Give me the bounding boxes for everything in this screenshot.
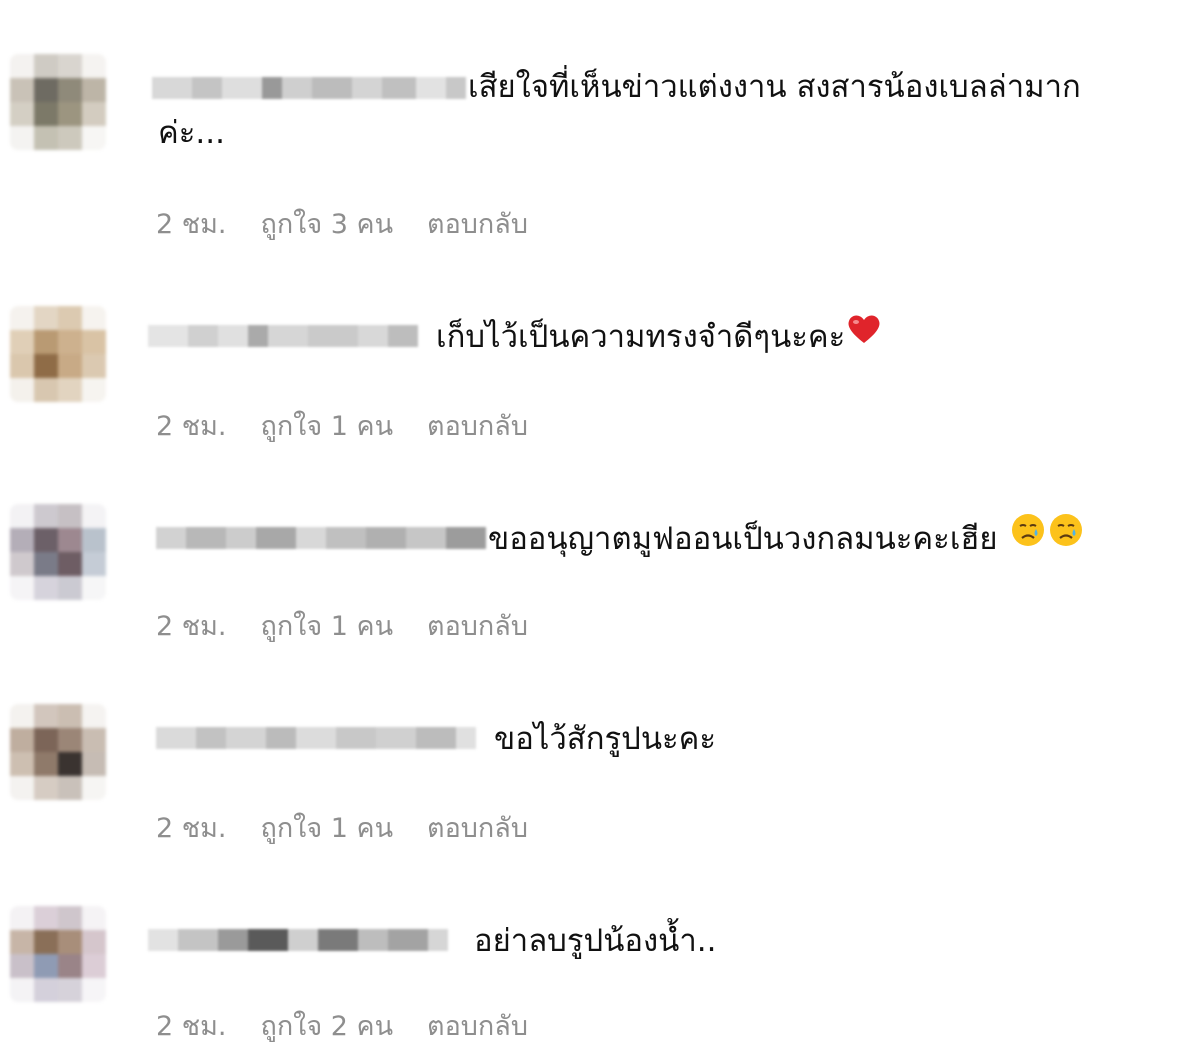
reply-button[interactable]: ตอบกลับ <box>427 604 528 647</box>
reply-button[interactable]: ตอบกลับ <box>427 202 528 245</box>
like-count[interactable]: ถูกใจ 2 คน <box>260 1004 393 1047</box>
comment-item: อย่าลบรูปน้องน้ำ.. 2 ชม. ถูกใจ 2 คน ตอบก… <box>0 890 1200 1042</box>
comment-time: 2 ชม. <box>156 1011 227 1042</box>
comment-time: 2 ชม. <box>156 611 227 642</box>
comment-text: ขออนุญาตมูฟออนเป็นวงกลมนะคะเฮีย <box>488 514 1084 565</box>
avatar[interactable] <box>10 504 106 600</box>
username-blurred[interactable] <box>148 314 418 358</box>
like-count[interactable]: ถูกใจ 3 คน <box>260 202 393 245</box>
like-count[interactable]: ถูกใจ 1 คน <box>260 806 393 849</box>
comment-meta: 2 ชม. ถูกใจ 2 คน ตอบกลับ <box>156 1004 528 1047</box>
comment-item: เสียใจที่เห็นข่าวแต่งงาน สงสารน้องเบลล่า… <box>0 0 1200 240</box>
crying-face-icon <box>1048 514 1084 565</box>
username-blurred[interactable] <box>148 918 448 962</box>
avatar[interactable] <box>10 704 106 800</box>
crying-face-icon <box>1010 514 1046 565</box>
comment-text: เสียใจที่เห็นข่าวแต่งงาน สงสารน้องเบลล่า… <box>158 69 1081 151</box>
comment-time: 2 ชม. <box>156 813 227 844</box>
comment-text: ขอไว้สักรูปนะคะ <box>494 721 717 757</box>
reply-button[interactable]: ตอบกลับ <box>427 1004 528 1047</box>
avatar[interactable] <box>10 906 106 1002</box>
comment-time: 2 ชม. <box>156 209 227 240</box>
comment-item: ขออนุญาตมูฟออนเป็นวงกลมนะคะเฮีย 2 ชม. ถู… <box>0 490 1200 670</box>
username-blurred[interactable] <box>156 516 486 560</box>
like-count[interactable]: ถูกใจ 1 คน <box>260 404 393 447</box>
comment-meta: 2 ชม. ถูกใจ 1 คน ตอบกลับ <box>156 604 528 647</box>
reply-button[interactable]: ตอบกลับ <box>427 806 528 849</box>
comment-text: อย่าลบรูปน้องน้ำ.. <box>474 923 717 959</box>
reply-button[interactable]: ตอบกลับ <box>427 404 528 447</box>
red-heart-icon <box>847 315 881 362</box>
avatar[interactable] <box>10 54 106 150</box>
comment-item: เก็บไว้เป็นความทรงจำดีๆนะคะ 2 ชม. ถูกใจ … <box>0 290 1200 470</box>
username-blurred[interactable] <box>156 716 476 760</box>
comment-time: 2 ชม. <box>156 411 227 442</box>
comment-meta: 2 ชม. ถูกใจ 3 คน ตอบกลับ <box>156 202 528 245</box>
comment-item: ขอไว้สักรูปนะคะ 2 ชม. ถูกใจ 1 คน ตอบกลับ <box>0 690 1200 870</box>
avatar[interactable] <box>10 306 106 402</box>
comment-meta: 2 ชม. ถูกใจ 1 คน ตอบกลับ <box>156 404 528 447</box>
comment-text: เก็บไว้เป็นความทรงจำดีๆนะคะ <box>436 314 881 362</box>
like-count[interactable]: ถูกใจ 1 คน <box>260 604 393 647</box>
comment-meta: 2 ชม. ถูกใจ 1 คน ตอบกลับ <box>156 806 528 849</box>
